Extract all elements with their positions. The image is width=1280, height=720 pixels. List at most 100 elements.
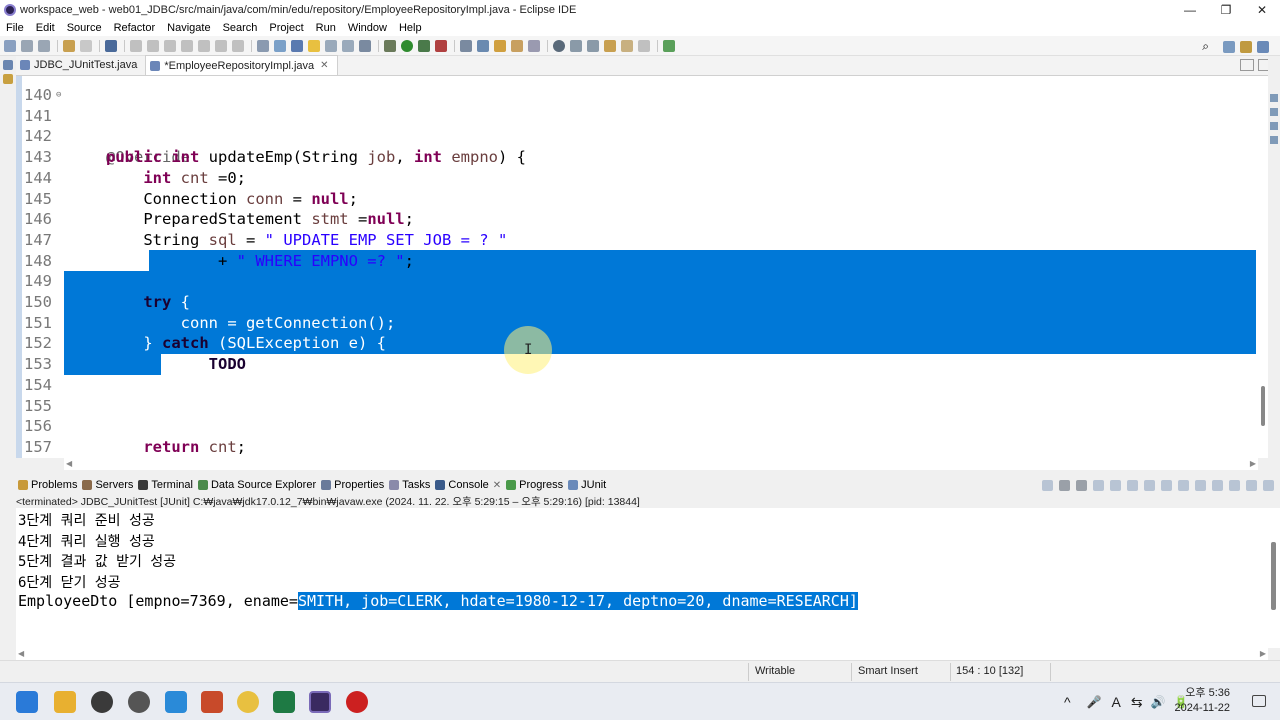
show-hidden-icon[interactable]: ^ (1064, 694, 1071, 710)
windows-start-icon[interactable] (16, 691, 38, 713)
open-type-icon[interactable] (494, 39, 506, 52)
open-task-icon[interactable] (511, 39, 523, 52)
step-return-icon[interactable] (232, 39, 244, 52)
editor-horizontal-scrollbar[interactable]: ◀ ▶ (64, 458, 1258, 470)
new-icon[interactable] (4, 39, 16, 52)
record-icon[interactable] (346, 691, 368, 713)
menu-navigate[interactable]: Navigate (167, 22, 210, 34)
last-edit-icon[interactable] (604, 39, 616, 52)
close-tab-icon[interactable]: ✕ (320, 60, 328, 71)
microphone-icon[interactable]: 🎤 (1087, 695, 1102, 709)
overview-marker-icon[interactable] (1270, 94, 1278, 102)
editor-vertical-scrollbar[interactable] (1258, 76, 1268, 458)
capture-app-icon[interactable] (128, 691, 150, 713)
new-server-icon[interactable] (460, 39, 472, 52)
minimize-button[interactable]: — (1172, 0, 1208, 20)
pin-console-icon[interactable] (1178, 480, 1189, 491)
overview-marker-icon[interactable] (1270, 122, 1278, 130)
step-over-icon[interactable] (215, 39, 227, 52)
terminal-tool-icon[interactable] (105, 39, 117, 52)
overview-marker-icon[interactable] (1270, 108, 1278, 116)
open-perspective-icon[interactable] (1223, 40, 1235, 53)
console-output[interactable]: 3단계 쿼리 준비 성공 4단계 쿼리 실행 성공 5단계 결과 값 받기 성공… (16, 508, 1268, 648)
menu-project[interactable]: Project (269, 22, 303, 34)
notifications-icon[interactable] (1252, 695, 1266, 707)
back-icon[interactable] (621, 39, 633, 52)
step-into-icon[interactable] (198, 39, 210, 52)
tab-properties[interactable]: Properties (321, 479, 384, 491)
maximize-panel-icon[interactable] (1263, 480, 1274, 491)
undo-icon[interactable] (63, 39, 75, 52)
breadcrumb-icon[interactable] (291, 39, 303, 52)
tab-console[interactable]: Console ✕ (435, 479, 501, 491)
remove-launch-icon[interactable] (1059, 480, 1070, 491)
tab-problems[interactable]: Problems (18, 479, 77, 491)
menu-search[interactable]: Search (223, 22, 258, 34)
pin-editor-icon[interactable] (663, 39, 675, 52)
clear-console-icon[interactable] (1093, 480, 1104, 491)
scroll-lock-icon[interactable] (1110, 480, 1121, 491)
taskbar-clock[interactable]: 오후 5:36 2024-11-22 (1175, 686, 1230, 716)
search-icon[interactable]: ⌕ (1202, 39, 1209, 54)
tab-employee-repository-impl[interactable]: *EmployeeRepositoryImpl.java ✕ (145, 55, 338, 75)
code-editor[interactable]: 140 141 ⊖ @Override 142 public int updat… (16, 76, 1266, 458)
show-on-output-icon[interactable] (1144, 480, 1155, 491)
external-tools-icon[interactable] (435, 39, 447, 52)
menu-edit[interactable]: Edit (36, 22, 55, 34)
annotation-next-icon[interactable] (570, 39, 582, 52)
close-button[interactable]: ✕ (1244, 0, 1280, 20)
notepad-icon[interactable] (165, 691, 187, 713)
display-console-icon[interactable] (1195, 480, 1206, 491)
view-menu-icon[interactable] (1229, 480, 1240, 491)
scroll-left-icon[interactable]: ◀ (66, 459, 72, 468)
package-explorer-icon[interactable] (3, 74, 13, 84)
powerpoint-icon[interactable] (201, 691, 223, 713)
menu-window[interactable]: Window (348, 22, 387, 34)
pilcrow-icon[interactable] (359, 39, 371, 52)
minimize-panel-icon[interactable] (1246, 480, 1257, 491)
tab-data-source-explorer[interactable]: Data Source Explorer (197, 479, 316, 491)
highlight-icon[interactable] (308, 39, 320, 52)
toggle-icon[interactable] (257, 39, 269, 52)
scroll-right-icon[interactable]: ▶ (1250, 459, 1256, 468)
forward-icon[interactable] (638, 39, 650, 52)
disconnect-icon[interactable] (181, 39, 193, 52)
file-explorer-icon[interactable] (54, 691, 76, 713)
step-icon[interactable] (130, 39, 142, 52)
tab-terminal[interactable]: Terminal (138, 479, 193, 491)
scroll-right-icon[interactable]: ▶ (1260, 649, 1266, 658)
maximize-button[interactable]: ❐ (1208, 0, 1244, 20)
open-console-icon[interactable] (1212, 480, 1223, 491)
redo-icon[interactable] (80, 39, 92, 52)
menu-help[interactable]: Help (399, 22, 422, 34)
excel-icon[interactable] (273, 691, 295, 713)
save-icon[interactable] (21, 39, 33, 52)
word-wrap-icon[interactable] (1127, 480, 1138, 491)
menu-source[interactable]: Source (67, 22, 102, 34)
pause-icon[interactable] (147, 39, 159, 52)
minimize-editor-icon[interactable] (1240, 59, 1254, 71)
scrollbar-thumb[interactable] (1271, 542, 1276, 610)
menu-run[interactable]: Run (316, 22, 336, 34)
scroll-left-icon[interactable]: ◀ (18, 649, 24, 658)
overview-marker-icon[interactable] (1270, 136, 1278, 144)
save-all-icon[interactable] (38, 39, 50, 52)
globe-icon[interactable] (553, 39, 565, 52)
terminate-icon[interactable] (1042, 480, 1053, 491)
block-select-icon[interactable] (325, 39, 337, 52)
coverage-icon[interactable] (418, 39, 430, 52)
show-on-error-icon[interactable] (1161, 480, 1172, 491)
eclipse-taskbar-icon[interactable] (309, 691, 331, 713)
menu-refactor[interactable]: Refactor (114, 22, 156, 34)
annotation-prev-icon[interactable] (587, 39, 599, 52)
tab-progress[interactable]: Progress (506, 479, 563, 491)
chrome-icon[interactable] (237, 691, 259, 713)
search-tool-icon[interactable] (528, 39, 540, 52)
whitespace-icon[interactable] (342, 39, 354, 52)
tab-tasks[interactable]: Tasks (389, 479, 430, 491)
tab-jdbc-junittest[interactable]: JDBC_JUnitTest.java (16, 55, 145, 75)
scrollbar-thumb[interactable] (1261, 386, 1265, 426)
console-vertical-scrollbar[interactable] (1268, 508, 1280, 648)
remove-all-icon[interactable] (1076, 480, 1087, 491)
stop-icon[interactable] (164, 39, 176, 52)
